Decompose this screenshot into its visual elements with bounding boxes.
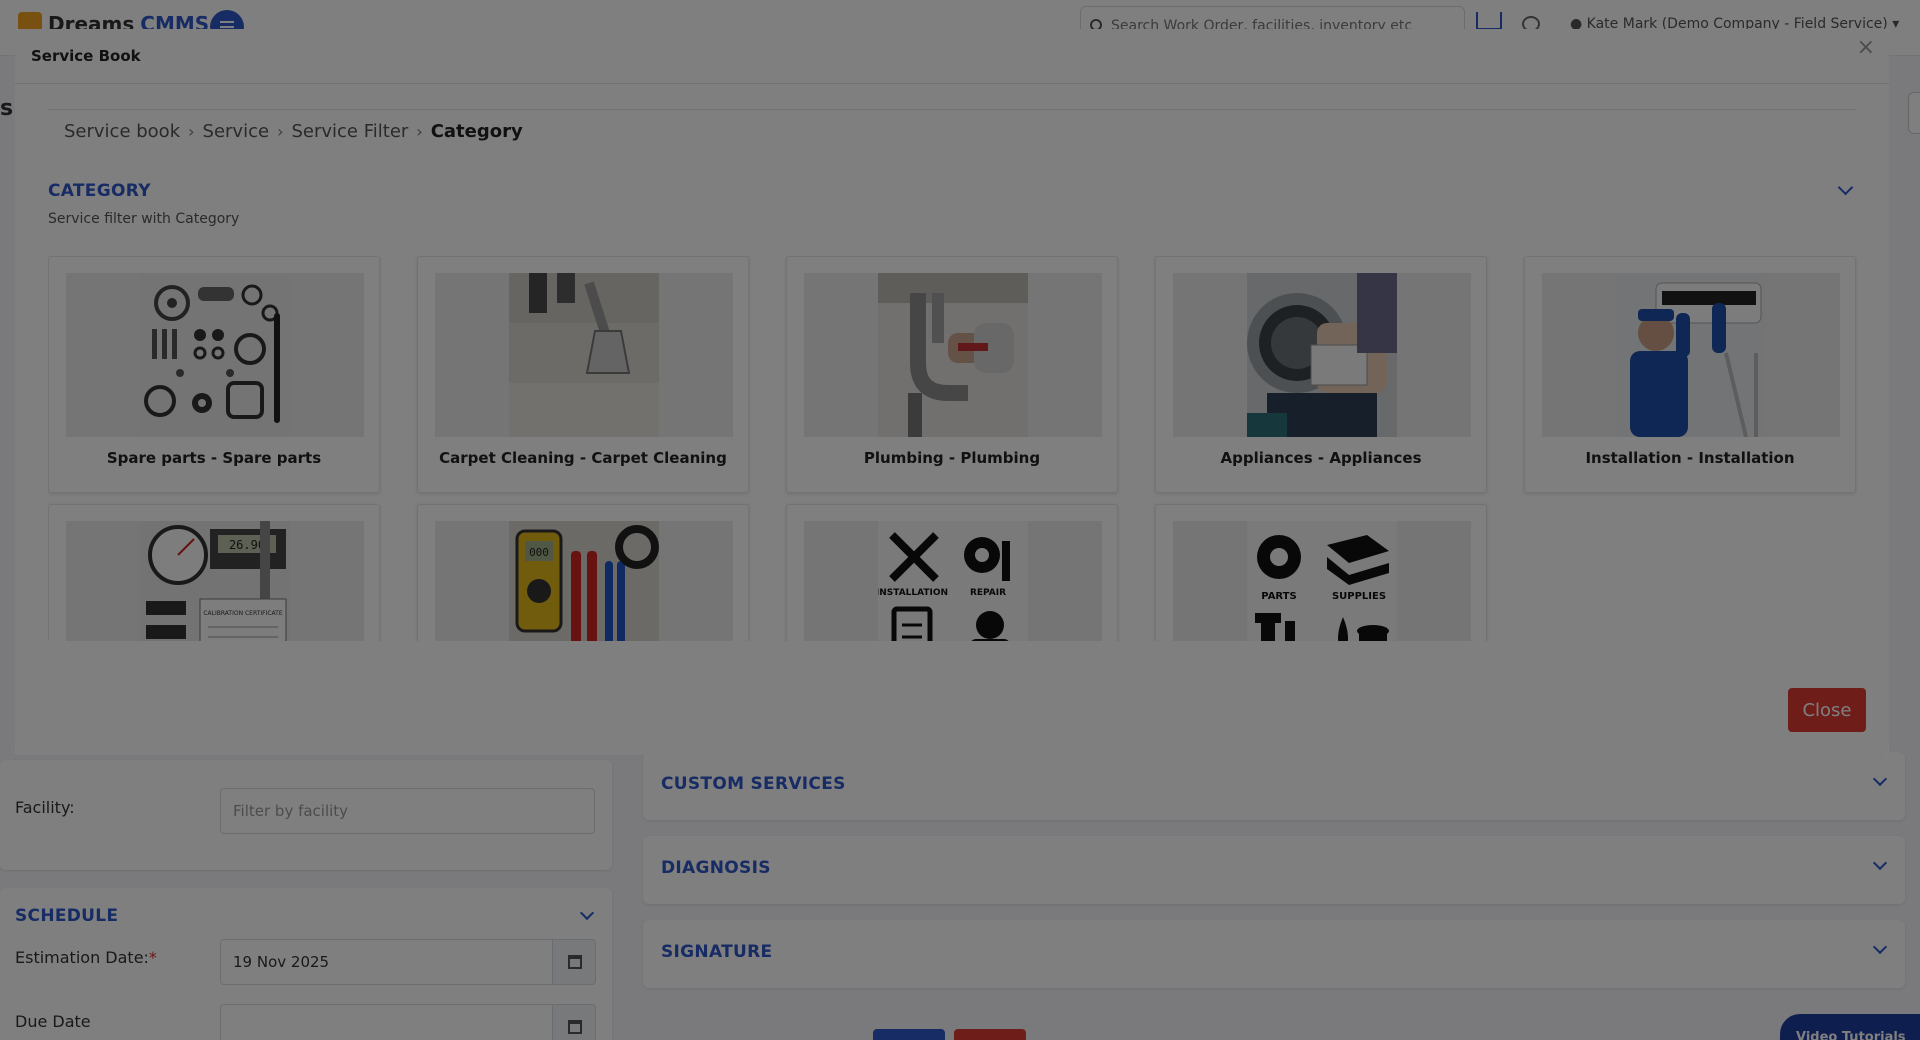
- chevron-down-icon[interactable]: [1837, 179, 1854, 196]
- breadcrumb-category: Category: [430, 121, 523, 142]
- category-title: CATEGORY: [48, 181, 151, 201]
- category-card-spare-parts[interactable]: Spare parts - Spare parts: [48, 256, 380, 493]
- spare-parts-photo: [140, 273, 290, 437]
- appliances-photo: [1247, 273, 1397, 437]
- category-card-parts-supplies[interactable]: PARTS SUPPLIES: [1155, 504, 1487, 641]
- svg-text:26.90: 26.90: [229, 538, 265, 552]
- category-card-carpet-cleaning[interactable]: Carpet Cleaning - Carpet Cleaning: [417, 256, 749, 493]
- category-subtitle: Service filter with Category: [48, 211, 240, 227]
- category-label: Plumbing - Plumbing: [863, 449, 1041, 467]
- plumbing-photo: [878, 273, 1028, 437]
- service-book-modal: Service Book × Service book › Service › …: [15, 29, 1889, 755]
- breadcrumb-separator: ›: [277, 122, 284, 141]
- category-card-calibration[interactable]: 26.90 CALIBRATION CERTIFICATE: [48, 504, 380, 641]
- parts-supplies-icons: PARTS SUPPLIES: [1247, 521, 1397, 641]
- category-label: Installation - Installation: [1585, 449, 1795, 467]
- category-label: Spare parts - Spare parts: [106, 449, 322, 467]
- category-card-installation-repair[interactable]: INSTALLATION REPAIR: [786, 504, 1118, 641]
- category-label: Appliances - Appliances: [1220, 449, 1422, 467]
- installation-photo: [1616, 273, 1766, 437]
- electrical-tools-photo: 000: [509, 521, 659, 641]
- breadcrumb-separator: ›: [416, 122, 423, 141]
- breadcrumb-separator: ›: [188, 122, 195, 141]
- category-card-electrical-tools[interactable]: 000: [417, 504, 749, 641]
- svg-text:CALIBRATION CERTIFICATE: CALIBRATION CERTIFICATE: [203, 610, 283, 617]
- close-button[interactable]: Close: [1788, 688, 1866, 732]
- breadcrumb-service[interactable]: Service: [203, 121, 270, 142]
- category-grid: Spare parts - Spare parts Carpet Cleanin…: [48, 256, 1858, 641]
- modal-header: Service Book ×: [15, 29, 1889, 84]
- svg-text:REPAIR: REPAIR: [970, 588, 1006, 598]
- installation-repair-icons: INSTALLATION REPAIR: [878, 521, 1028, 641]
- breadcrumb-service-book[interactable]: Service book: [64, 121, 180, 142]
- carpet-cleaning-photo: [509, 273, 659, 437]
- svg-text:INSTALLATION: INSTALLATION: [878, 588, 948, 598]
- svg-text:SUPPLIES: SUPPLIES: [1332, 591, 1386, 602]
- breadcrumb: Service book › Service › Service Filter …: [64, 121, 523, 142]
- breadcrumb-service-filter[interactable]: Service Filter: [291, 121, 408, 142]
- category-card-installation[interactable]: Installation - Installation: [1524, 256, 1856, 493]
- modal-title: Service Book: [31, 47, 141, 65]
- svg-text:000: 000: [529, 546, 549, 559]
- category-card-plumbing[interactable]: Plumbing - Plumbing: [786, 256, 1118, 493]
- calibration-photo: 26.90 CALIBRATION CERTIFICATE: [140, 521, 290, 641]
- category-card-appliances[interactable]: Appliances - Appliances: [1155, 256, 1487, 493]
- svg-text:PARTS: PARTS: [1261, 591, 1296, 602]
- category-label: Carpet Cleaning - Carpet Cleaning: [439, 449, 727, 467]
- close-icon[interactable]: ×: [1857, 37, 1875, 59]
- divider: [48, 109, 1856, 110]
